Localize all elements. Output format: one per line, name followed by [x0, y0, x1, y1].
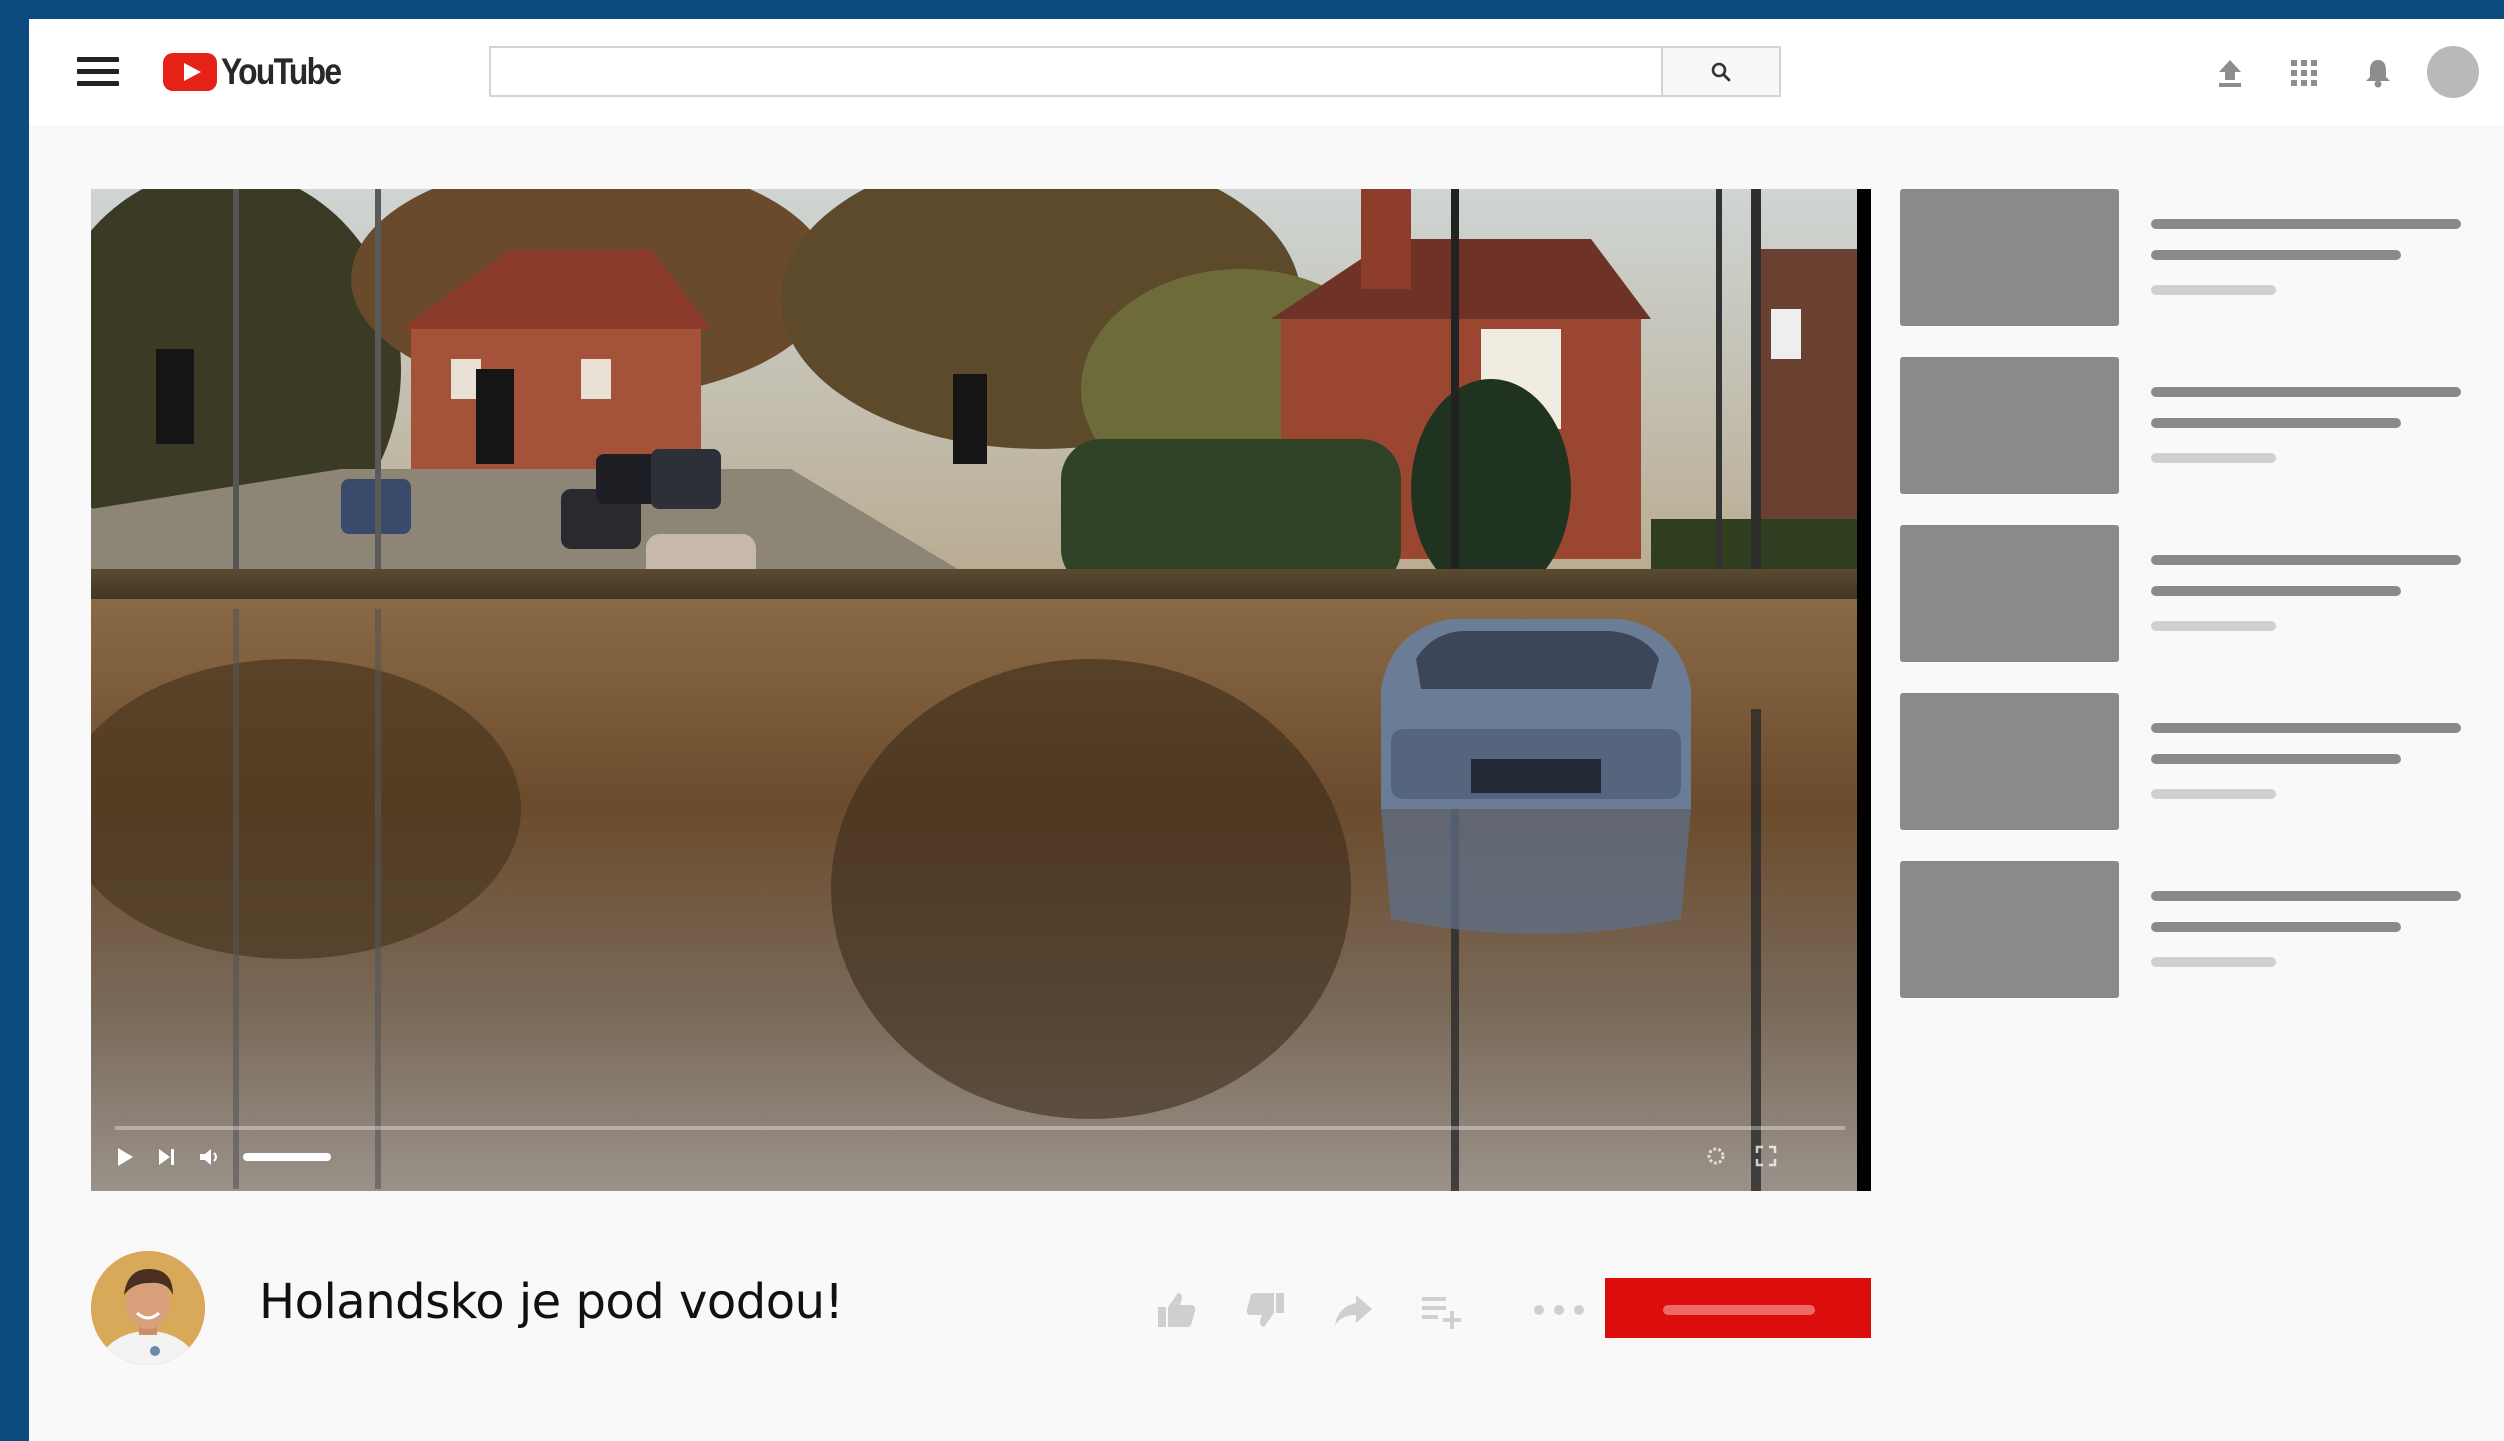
apps-grid-icon — [2291, 60, 2317, 86]
recommended-title-placeholder — [2151, 586, 2401, 596]
volume-icon — [200, 1149, 217, 1165]
recommended-title-placeholder — [2151, 555, 2461, 565]
recommended-thumbnail — [1900, 525, 2119, 662]
hamburger-icon-line — [77, 81, 119, 86]
bell-icon — [2366, 60, 2390, 88]
play-icon — [118, 1148, 133, 1166]
recommended-meta-placeholder — [2151, 621, 2276, 631]
recommended-video[interactable] — [1900, 525, 2461, 693]
subscribe-button[interactable] — [1605, 1278, 1871, 1338]
volume-slider[interactable] — [243, 1153, 331, 1161]
video-frame-flooded-street — [91, 189, 1871, 1191]
top-bar: YouTube — [29, 19, 2504, 125]
hamburger-icon — [77, 57, 119, 62]
recommended-video[interactable] — [1900, 357, 2461, 525]
channel-avatar[interactable] — [91, 1251, 205, 1365]
recommended-title-placeholder — [2151, 922, 2401, 932]
recommended-thumbnail — [1900, 357, 2119, 494]
progress-bar[interactable] — [115, 1126, 1845, 1130]
thumbs-down-icon — [1246, 1293, 1284, 1327]
save-button[interactable] — [1418, 1287, 1464, 1333]
app-window: YouTube Holandsko je pod vodou! — [29, 19, 2504, 1441]
recommended-video[interactable] — [1900, 693, 2461, 861]
channel-avatar-image — [91, 1251, 205, 1365]
search-button[interactable] — [1661, 46, 1781, 97]
recommended-title-placeholder — [2151, 418, 2401, 428]
apps-button[interactable] — [2287, 56, 2321, 90]
recommended-meta-placeholder — [2151, 453, 2276, 463]
add-to-playlist-icon — [1422, 1297, 1461, 1329]
notifications-button[interactable] — [2361, 56, 2395, 90]
video-player[interactable] — [91, 189, 1871, 1191]
upload-button[interactable] — [2213, 56, 2247, 90]
thumbs-up-icon — [1158, 1293, 1196, 1327]
recommended-video[interactable] — [1900, 189, 2461, 357]
fullscreen-button[interactable] — [1755, 1145, 1777, 1172]
recommended-title-placeholder — [2151, 891, 2461, 901]
volume-button[interactable] — [199, 1147, 223, 1172]
upload-icon — [2219, 60, 2241, 87]
recommended-title-placeholder — [2151, 754, 2401, 764]
share-button[interactable] — [1330, 1287, 1376, 1333]
recommended-title-placeholder — [2151, 723, 2461, 733]
recommended-meta-placeholder — [2151, 789, 2276, 799]
recommended-thumbnail — [1900, 861, 2119, 998]
search-input[interactable] — [489, 46, 1661, 97]
settings-button[interactable] — [1705, 1145, 1727, 1172]
search-icon — [1711, 62, 1731, 81]
logo-text: YouTube — [221, 51, 342, 92]
recommendations-list — [1900, 189, 2461, 1029]
hamburger-icon-line — [77, 69, 119, 74]
more-icon — [1534, 1305, 1584, 1315]
player-edge — [1857, 189, 1871, 1191]
like-button[interactable] — [1154, 1287, 1200, 1333]
play-button[interactable] — [115, 1147, 135, 1172]
recommended-meta-placeholder — [2151, 957, 2276, 967]
more-actions-button[interactable] — [1531, 1287, 1587, 1333]
recommended-title-placeholder — [2151, 219, 2461, 229]
account-avatar[interactable] — [2427, 46, 2479, 98]
next-button[interactable] — [157, 1147, 177, 1172]
share-icon — [1335, 1295, 1372, 1325]
subscribe-label-placeholder — [1663, 1305, 1815, 1315]
recommended-video[interactable] — [1900, 861, 2461, 1029]
youtube-logo[interactable]: YouTube — [163, 51, 360, 93]
skip-next-icon — [159, 1149, 174, 1165]
fullscreen-icon — [1755, 1145, 1777, 1167]
dislike-button[interactable] — [1242, 1287, 1288, 1333]
gear-icon — [1707, 1147, 1725, 1165]
video-title: Holandsko je pod vodou! — [259, 1274, 844, 1330]
menu-button[interactable] — [77, 57, 119, 87]
recommended-meta-placeholder — [2151, 285, 2276, 295]
recommended-thumbnail — [1900, 693, 2119, 830]
recommended-title-placeholder — [2151, 387, 2461, 397]
play-logo-icon — [163, 53, 217, 91]
recommended-title-placeholder — [2151, 250, 2401, 260]
recommended-thumbnail — [1900, 189, 2119, 326]
